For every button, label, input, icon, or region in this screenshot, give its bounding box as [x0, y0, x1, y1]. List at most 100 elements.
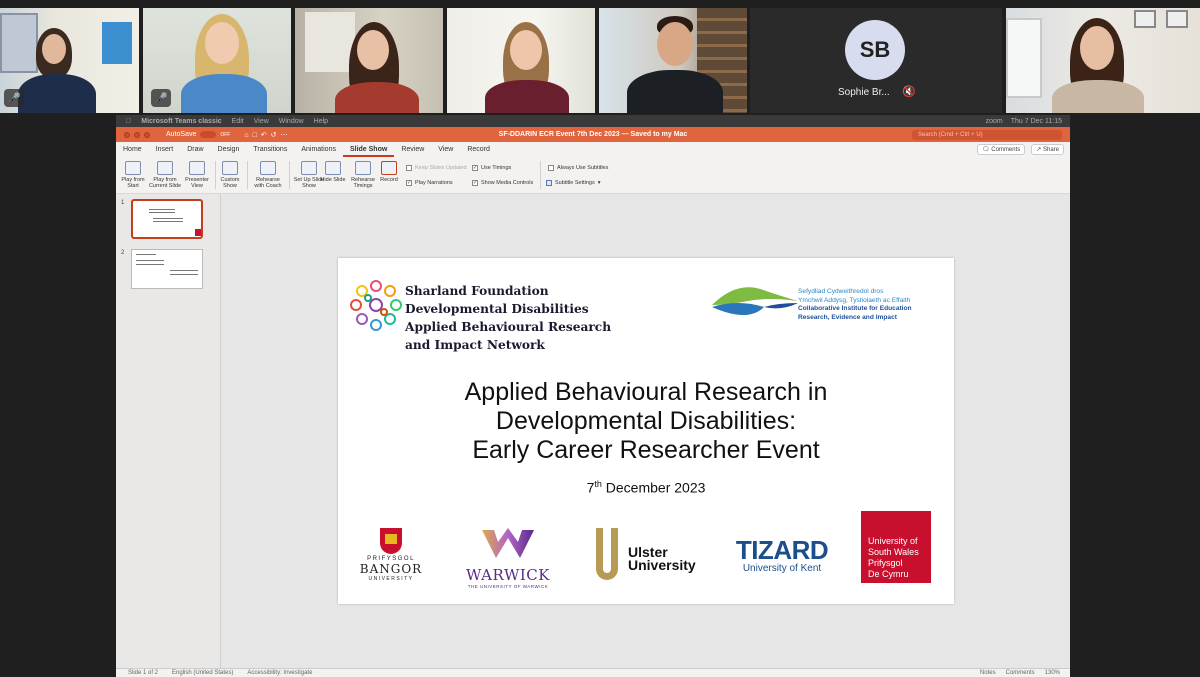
tab-draw[interactable]: Draw: [180, 142, 210, 157]
participant-tile-7[interactable]: [1006, 8, 1200, 113]
zoom-status[interactable]: zoom: [986, 118, 1003, 125]
autosave-label: AutoSave: [166, 131, 197, 138]
notes-button[interactable]: Notes: [980, 670, 996, 676]
dropdown-label: Subtitle Settings: [555, 180, 595, 186]
whiteboard: [0, 13, 38, 73]
subtitle-settings-dropdown[interactable]: Subtitle Settings ▾: [546, 180, 601, 186]
subtitle-icon: [546, 180, 552, 186]
search-input[interactable]: Search (Cmd + Ctrl + U): [912, 129, 1062, 140]
always-use-subtitles-checkbox[interactable]: Always Use Subtitles: [548, 165, 608, 171]
menu-window[interactable]: Window: [279, 118, 304, 125]
warwick-name: WARWICK: [466, 566, 550, 584]
apple-icon[interactable]: : [126, 118, 131, 125]
keep-slides-updated-checkbox[interactable]: Keep Slides Updated: [406, 165, 467, 171]
tab-transitions[interactable]: Transitions: [246, 142, 294, 157]
button-label: Record: [380, 177, 398, 183]
participant-tile-6[interactable]: SB Sophie Br... 🔇: [750, 8, 1002, 113]
play-from-start-button[interactable]: Play from Start: [116, 161, 150, 189]
mic-muted-icon: 🎤: [151, 89, 171, 107]
setup-icon: [301, 161, 317, 175]
presenter-icon: [189, 161, 205, 175]
slide-thumbnail-1[interactable]: [131, 199, 203, 239]
checkbox-checked: ✓: [472, 165, 478, 171]
bangor-university-logo: PRIFYSGOL BANGOR UNIVERSITY: [350, 524, 432, 596]
close-window-button[interactable]: [124, 131, 130, 138]
presenter-view-button[interactable]: Presenter View: [180, 161, 214, 189]
window: [1006, 18, 1042, 98]
participant-tile-3[interactable]: [295, 8, 443, 113]
play-narrations-checkbox[interactable]: ✓ Play Narrations: [406, 180, 453, 186]
date-suffix: th: [594, 479, 602, 489]
menu-edit[interactable]: Edit: [232, 118, 244, 125]
coach-icon: [260, 161, 276, 175]
warwick-logo: WARWICK THE UNIVERSITY OF WARWICK: [458, 528, 558, 589]
rehearse-with-coach-button[interactable]: Rehearse with Coach: [251, 161, 285, 189]
thumb-logo: [195, 229, 201, 236]
participant-tile-5[interactable]: [599, 8, 747, 113]
ciee-english-line-1: Collaborative Institute for Education: [798, 305, 912, 312]
checkbox-box: [548, 165, 554, 171]
thumb-line: [136, 264, 164, 265]
status-comments-button[interactable]: Comments: [1006, 670, 1035, 676]
tab-review[interactable]: Review: [394, 142, 431, 157]
share-button[interactable]: ↗ Share: [1031, 144, 1064, 155]
thumb-line: [136, 254, 156, 255]
ciee-logo: [712, 287, 798, 315]
minimize-window-button[interactable]: [134, 131, 140, 138]
tab-view[interactable]: View: [431, 142, 460, 157]
video-strip: 🎤 🎤 SB Sophie Br... 🔇: [0, 0, 1200, 115]
quick-access-icons[interactable]: ⌂□↶↺⋯: [244, 131, 291, 139]
language[interactable]: English (United States): [172, 670, 233, 676]
hide-slide-icon: [325, 161, 341, 175]
mac-menu-bar:  Microsoft Teams classic Edit View Wind…: [116, 115, 1070, 127]
comments-button[interactable]: 🗨 Comments: [976, 144, 1026, 155]
sweater: [18, 74, 96, 113]
usw-line-2: South Wales: [868, 547, 919, 557]
tab-design[interactable]: Design: [211, 142, 247, 157]
top: [335, 82, 419, 113]
play-from-current-button[interactable]: Play from Current Slide: [148, 161, 182, 189]
face: [357, 30, 389, 70]
hide-slide-button[interactable]: Hide Slide: [316, 161, 350, 183]
sweater: [181, 74, 267, 113]
top: [627, 70, 723, 113]
ciee-text: Sefydliad Cydweithredol dros Ymchwil Add…: [798, 288, 912, 322]
checkbox-box: [406, 165, 412, 171]
ribbon-tabs: Home Insert Draw Design Transitions Anim…: [116, 142, 1070, 157]
custom-show-button[interactable]: Custom Show: [213, 161, 247, 189]
comments-label: Comments: [991, 147, 1021, 153]
record-button[interactable]: Record: [372, 161, 406, 183]
participant-tile-2[interactable]: 🎤: [143, 8, 291, 113]
face: [42, 34, 66, 64]
slide[interactable]: Sharland Foundation Developmental Disabi…: [338, 258, 954, 604]
slide-thumbnail-2[interactable]: [131, 249, 203, 289]
tizard-name: TIZARD: [735, 535, 829, 565]
tab-animations[interactable]: Animations: [294, 142, 343, 157]
use-timings-checkbox[interactable]: ✓ Use Timings: [472, 165, 511, 171]
show-media-controls-checkbox[interactable]: ✓ Show Media Controls: [472, 180, 533, 186]
sharland-network-name: Sharland Foundation Developmental Disabi…: [405, 284, 612, 352]
participant-tile-4[interactable]: [447, 8, 595, 113]
face: [205, 22, 239, 64]
autosave-toggle[interactable]: AutoSave OFF: [166, 131, 230, 138]
sweater: [1052, 80, 1144, 113]
zoom-level[interactable]: 130%: [1045, 670, 1060, 676]
tab-record[interactable]: Record: [460, 142, 497, 157]
tab-slide-show[interactable]: Slide Show: [342, 142, 395, 157]
menu-view[interactable]: View: [254, 118, 269, 125]
menu-help[interactable]: Help: [314, 118, 328, 125]
thumbnail-number: 1: [121, 200, 125, 206]
menu-app[interactable]: Microsoft Teams classic: [141, 118, 221, 125]
ribbon: Play from Start Play from Current Slide …: [116, 157, 1070, 194]
checkbox-checked: ✓: [472, 180, 478, 186]
custom-show-icon: [222, 161, 238, 175]
tab-insert[interactable]: Insert: [149, 142, 181, 157]
accessibility-status[interactable]: Accessibility: Investigate: [247, 670, 312, 676]
wall-notes: [305, 12, 355, 72]
record-icon: [381, 161, 397, 175]
participant-tile-1[interactable]: 🎤: [0, 8, 139, 113]
maximize-window-button[interactable]: [144, 131, 150, 138]
divider: [540, 161, 541, 189]
event-date: 7th December 2023: [338, 479, 954, 496]
tab-home[interactable]: Home: [116, 142, 149, 157]
